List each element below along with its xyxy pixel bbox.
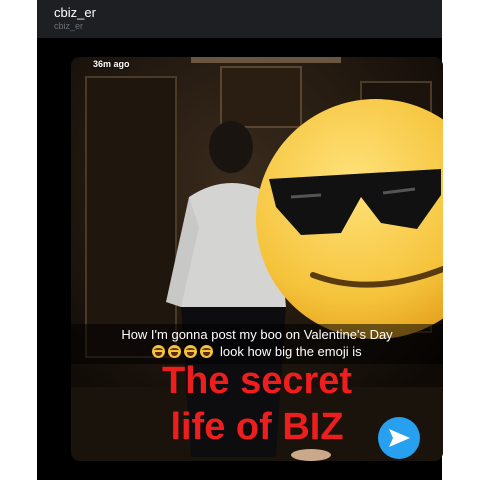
laughing-emoji-icon bbox=[200, 345, 214, 358]
story-username[interactable]: cbiz_er bbox=[54, 5, 96, 20]
story-timestamp: 36m ago bbox=[93, 59, 130, 69]
share-button[interactable] bbox=[378, 417, 420, 459]
caption-line-2-text: look how big the emoji is bbox=[219, 344, 362, 359]
story-caption: How I'm gonna post my boo on Valentine's… bbox=[71, 324, 443, 364]
story-header: cbiz_er cbiz_er bbox=[37, 0, 442, 38]
laughing-emoji-icon bbox=[152, 345, 166, 358]
story-card[interactable]: 36m ago How I'm gonna post my boo on Val… bbox=[71, 57, 443, 461]
overlay-title-line-1: The secret bbox=[161, 360, 353, 402]
send-arrow-icon bbox=[389, 429, 410, 447]
caption-line-1: How I'm gonna post my boo on Valentine's… bbox=[121, 327, 393, 342]
story-viewer: cbiz_er cbiz_er 36m ago How I'm gonna po… bbox=[37, 0, 443, 480]
laughing-emoji-icon bbox=[168, 345, 182, 358]
caption-line-2: look how big the emoji is bbox=[71, 344, 443, 359]
story-handle: cbiz_er bbox=[54, 21, 84, 31]
laughing-emoji-icon bbox=[184, 345, 198, 358]
